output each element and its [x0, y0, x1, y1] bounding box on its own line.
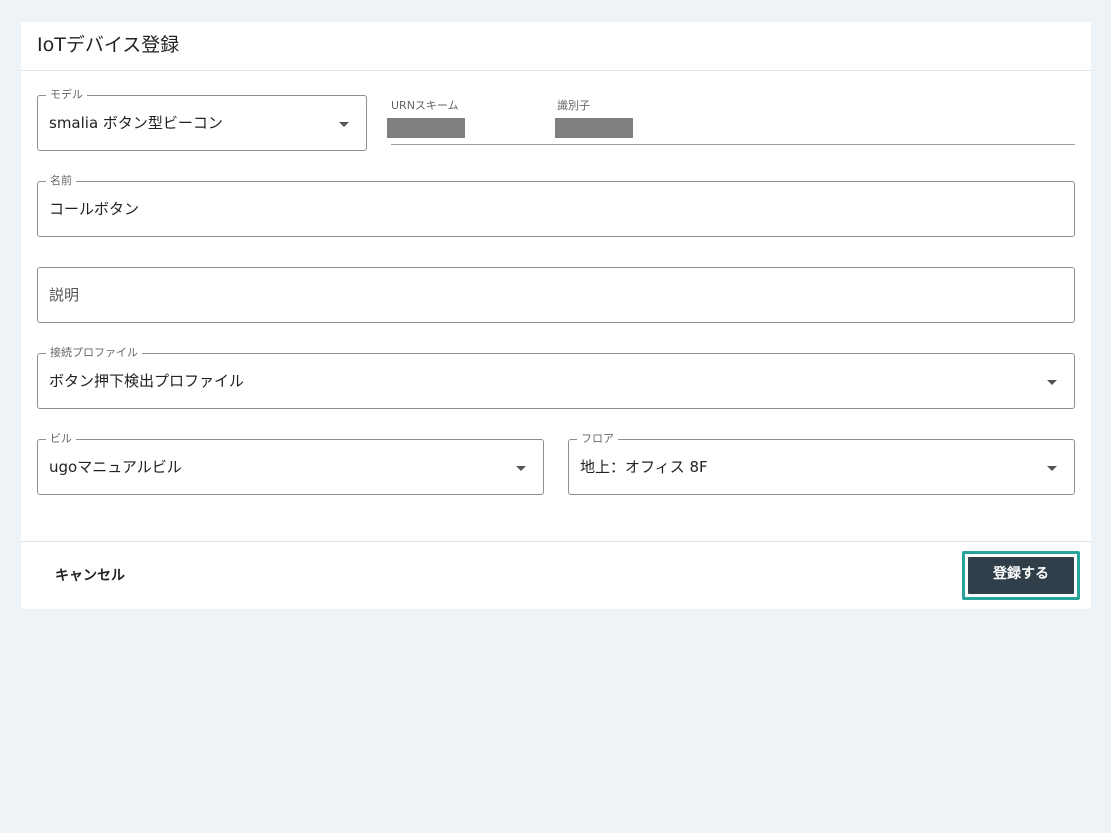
model-value: smalia ボタン型ビーコン — [49, 114, 223, 132]
caret-down-icon — [339, 122, 349, 127]
building-select[interactable]: ビル ugoマニュアルビル — [37, 432, 544, 495]
name-input[interactable]: 名前 コールボタン — [37, 174, 1075, 237]
description-placeholder: 説明 — [49, 286, 80, 304]
connection-profile-select[interactable]: 接続プロファイル ボタン押下検出プロファイル — [37, 346, 1075, 409]
urn-scheme-redacted-value — [387, 118, 465, 138]
floor-value: 地上：オフィス 8F — [580, 458, 708, 476]
name-label: 名前 — [46, 174, 76, 188]
model-label: モデル — [46, 88, 87, 102]
device-registration-dialog: IoTデバイス登録 モデル smalia ボタン型ビーコン URNスキーム 識別… — [21, 22, 1091, 609]
identifier-label: 識別子 — [557, 99, 590, 112]
connection-profile-value: ボタン押下検出プロファイル — [49, 372, 245, 390]
floor-label: フロア — [577, 432, 618, 446]
floor-select[interactable]: フロア 地上：オフィス 8F — [568, 432, 1075, 495]
name-value: コールボタン — [49, 200, 140, 218]
connection-profile-label: 接続プロファイル — [46, 346, 142, 360]
urn-scheme-label: URNスキーム — [391, 99, 459, 112]
caret-down-icon — [516, 466, 526, 471]
submit-button-focus-ring: 登録する — [962, 551, 1080, 600]
identifier-redacted-value — [555, 118, 633, 138]
caret-down-icon — [1047, 466, 1057, 471]
description-input[interactable]: 説明 — [37, 267, 1075, 323]
dialog-title: IoTデバイス登録 — [37, 34, 180, 56]
header-divider — [21, 70, 1091, 71]
building-label: ビル — [46, 432, 76, 446]
urn-readonly-group: URNスキーム 識別子 — [387, 97, 1075, 145]
footer-divider — [21, 541, 1091, 542]
cancel-button[interactable]: キャンセル — [43, 563, 137, 589]
submit-button[interactable]: 登録する — [967, 556, 1075, 595]
caret-down-icon — [1047, 380, 1057, 385]
building-value: ugoマニュアルビル — [49, 458, 182, 476]
model-select[interactable]: モデル smalia ボタン型ビーコン — [37, 88, 367, 151]
